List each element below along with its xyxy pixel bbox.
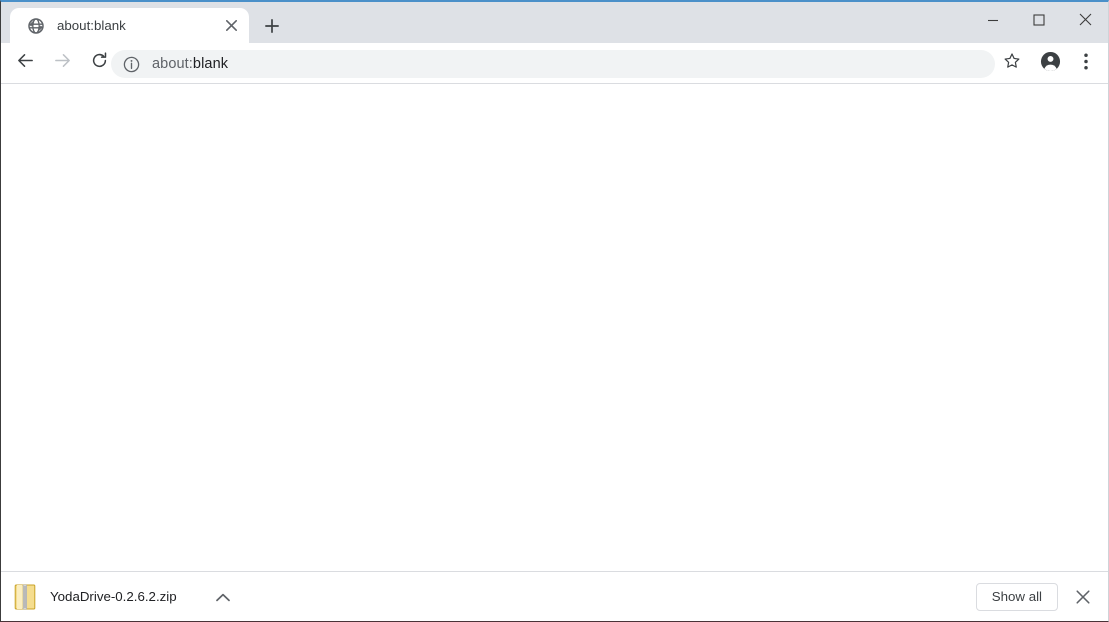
- browser-menu-button[interactable]: [1073, 49, 1099, 79]
- maximize-icon: [1033, 13, 1045, 31]
- tab-strip: about:blank: [1, 2, 1108, 43]
- window-close-button[interactable]: [1062, 2, 1108, 41]
- download-filename: YodaDrive-0.2.6.2.zip: [50, 589, 177, 605]
- url-host: blank: [192, 55, 229, 72]
- reload-icon: [90, 51, 109, 75]
- star-icon: [1003, 52, 1021, 75]
- plus-icon: [265, 18, 279, 38]
- reload-button[interactable]: [85, 49, 113, 77]
- window-maximize-button[interactable]: [1016, 2, 1062, 41]
- arrow-right-icon: [53, 51, 72, 75]
- toolbar-actions: [997, 43, 1108, 84]
- zip-file-icon: [14, 584, 36, 610]
- download-shelf-close-icon[interactable]: [1070, 584, 1096, 610]
- info-circle-icon[interactable]: [123, 56, 140, 73]
- show-all-button[interactable]: Show all: [975, 583, 1058, 611]
- minimize-icon: [987, 13, 999, 31]
- tab-close-icon[interactable]: [219, 13, 244, 38]
- url-scheme: about:: [152, 55, 193, 72]
- window-controls: [970, 2, 1108, 41]
- chevron-up-icon[interactable]: [211, 585, 235, 609]
- address-bar[interactable]: about:blank: [111, 50, 995, 78]
- browser-window: about:blank about:blank YodaDrive-0.2.6.…: [0, 0, 1109, 622]
- page-viewport[interactable]: [1, 84, 1108, 571]
- profile-button[interactable]: [1035, 49, 1065, 79]
- window-minimize-button[interactable]: [970, 2, 1016, 41]
- new-tab-button[interactable]: [257, 13, 287, 43]
- globe-icon: [27, 17, 44, 34]
- arrow-left-icon: [16, 51, 35, 75]
- more-vertical-icon: [1084, 52, 1088, 75]
- forward-button[interactable]: [48, 49, 76, 77]
- tab-about-blank[interactable]: about:blank: [10, 8, 249, 43]
- address-bar-text: about:blank: [152, 57, 228, 72]
- download-shelf-actions: Show all: [975, 572, 1108, 621]
- bookmark-button[interactable]: [997, 49, 1027, 79]
- close-icon: [1079, 13, 1092, 31]
- back-button[interactable]: [11, 49, 39, 77]
- download-shelf: YodaDrive-0.2.6.2.zip Show all: [1, 571, 1108, 621]
- account-circle-icon: [1040, 51, 1061, 77]
- download-item[interactable]: YodaDrive-0.2.6.2.zip: [14, 577, 235, 617]
- tab-title: about:blank: [57, 18, 126, 33]
- browser-toolbar: about:blank: [1, 43, 1108, 84]
